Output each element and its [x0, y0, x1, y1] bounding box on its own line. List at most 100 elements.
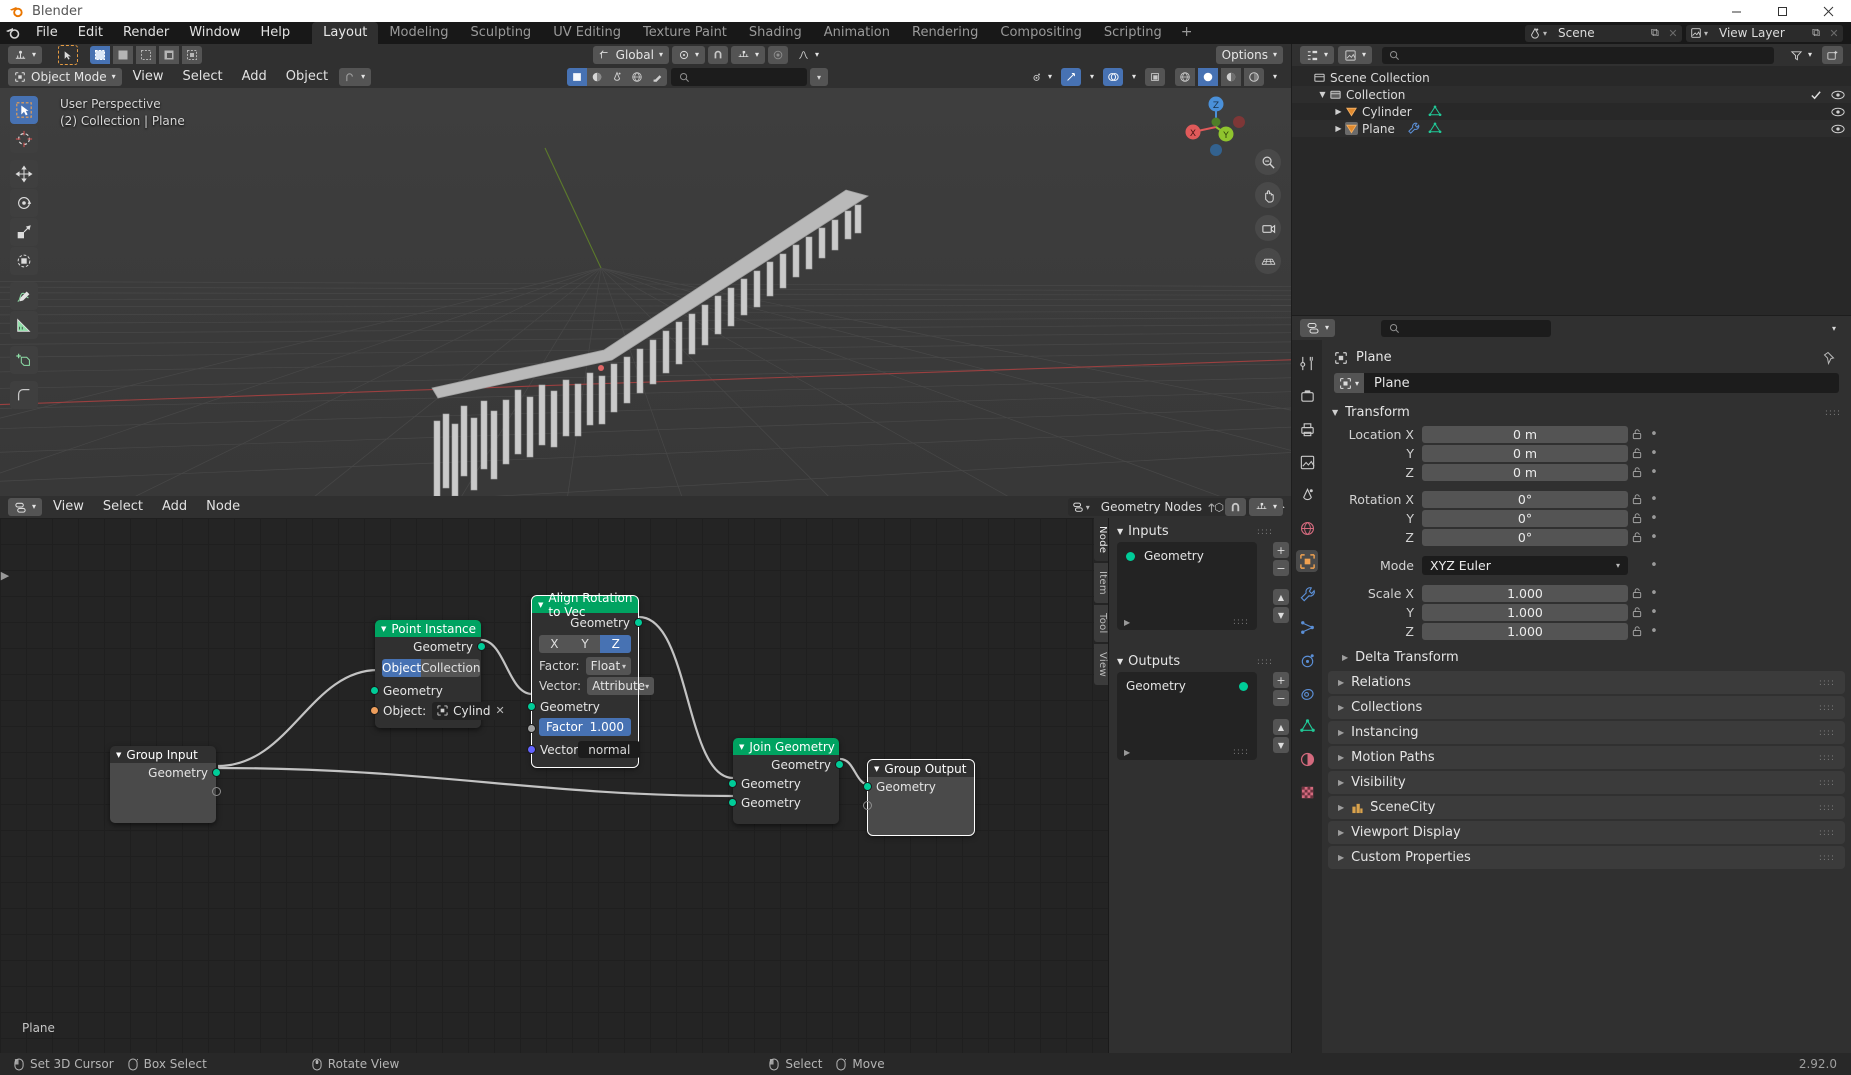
instance-type-toggle[interactable]: Object Collection	[382, 659, 481, 677]
outliner-search-input[interactable]	[1382, 46, 1774, 64]
close-button[interactable]	[1805, 0, 1851, 22]
lock-icon[interactable]	[1628, 512, 1646, 524]
properties-tab-object[interactable]	[1296, 550, 1318, 572]
tweak-select-tool-icon[interactable]	[10, 96, 38, 124]
node-input-row-object[interactable]: Object: Cylind ✕	[370, 700, 510, 721]
transform-row-location-x[interactable]: Location X 0 m •	[1322, 425, 1851, 443]
overlays-toggle-button[interactable]	[1102, 68, 1123, 86]
properties-tab-tool[interactable]	[1296, 352, 1318, 374]
visibility-eye-dropdown[interactable]: ▾	[1024, 68, 1058, 86]
cursor-tool-icon[interactable]	[10, 125, 38, 153]
geometry-input-socket[interactable]	[728, 779, 737, 788]
move-output-down-button[interactable]: ▼	[1273, 737, 1289, 753]
virtual-socket[interactable]	[212, 787, 221, 796]
geometry-input-socket[interactable]	[527, 702, 536, 711]
node-output-row[interactable]: Geometry	[733, 755, 844, 774]
animate-dot-icon[interactable]: •	[1646, 558, 1662, 573]
node-editor-toolbar-expand[interactable]: ▶	[0, 562, 10, 588]
transform-panel-header[interactable]: ▼ Transform ::::	[1322, 401, 1851, 424]
outputs-list[interactable]: Geometry ▶ ::::	[1117, 672, 1257, 760]
menu-help[interactable]: Help	[251, 22, 301, 44]
node-input-row-geometry-2[interactable]: Geometry	[728, 793, 839, 812]
lock-icon[interactable]	[1628, 531, 1646, 543]
list-item[interactable]: Geometry	[1117, 672, 1257, 700]
node-input-row-geometry[interactable]: Geometry	[370, 681, 481, 700]
expand-triangle-icon[interactable]: ▶	[1342, 653, 1348, 662]
animate-dot-icon[interactable]: •	[1646, 624, 1662, 639]
node-parent-icon[interactable]	[1201, 498, 1222, 516]
snap-magnet-button[interactable]	[707, 46, 728, 64]
axis-x-button[interactable]: X	[539, 635, 570, 653]
select-subtract-button[interactable]	[136, 46, 157, 64]
select-mode-object-icon[interactable]	[567, 68, 588, 86]
virtual-socket[interactable]	[863, 801, 872, 810]
overlays-dropdown[interactable]: ▾	[1126, 68, 1142, 86]
object-name-field[interactable]: Plane	[1364, 373, 1839, 393]
panel-visibility[interactable]: ▶ Visibility ::::	[1328, 771, 1845, 794]
transform-orientation-dropdown[interactable]: Global ▾	[592, 46, 669, 64]
tab-modeling[interactable]: Modeling	[378, 22, 459, 44]
tab-scripting[interactable]: Scripting	[1093, 22, 1173, 44]
node-align-rotation-to-vector[interactable]: ▼ Align Rotation to Vec Geometry X Y Z F…	[527, 591, 655, 768]
expand-triangle-icon[interactable]: ▶	[1338, 803, 1344, 812]
transform-row-scale-z[interactable]: Z 1.000 •	[1322, 622, 1851, 640]
remove-output-button[interactable]: −	[1273, 690, 1289, 706]
expander[interactable]: ▶	[1332, 124, 1345, 133]
vector-attribute-field[interactable]: normal	[578, 741, 641, 758]
outliner-row-collection[interactable]: ▼ Collection	[1292, 86, 1851, 103]
view-layer-icon[interactable]: ▾	[1685, 24, 1711, 42]
mesh-data-icon[interactable]	[1428, 122, 1442, 135]
panel-instancing[interactable]: ▶ Instancing ::::	[1328, 721, 1845, 744]
node-group-output[interactable]: ▼ Group Output Geometry	[863, 759, 975, 836]
world-icon[interactable]	[627, 68, 648, 86]
node-join-geometry[interactable]: ▼ Join Geometry Geometry Geometry Geomet…	[728, 738, 844, 824]
factor-mode-row[interactable]: Factor: Float ▾	[539, 657, 631, 675]
move-input-up-button[interactable]: ▲	[1273, 589, 1289, 605]
node-input-row-vector[interactable]: Vector normal	[527, 739, 641, 760]
properties-editor-type-selector[interactable]: ▾	[1300, 319, 1336, 337]
field-value[interactable]: 0 m	[1422, 444, 1628, 462]
outliner-row-cylinder[interactable]: ▶ Cylinder	[1292, 103, 1851, 120]
transform-row-rotation-x[interactable]: Rotation X 0° •	[1322, 490, 1851, 508]
axis-z-button[interactable]: Z	[600, 635, 632, 653]
select-extend-button[interactable]	[113, 46, 134, 64]
field-value[interactable]: 0 m	[1422, 425, 1628, 443]
rotation-mode-dropdown[interactable]: XYZ Euler ▾	[1422, 555, 1628, 575]
object-picker-field[interactable]: Cylind ✕	[432, 701, 510, 720]
properties-tab-object-data[interactable]	[1296, 715, 1318, 737]
select-intersect-button[interactable]	[182, 46, 203, 64]
grid-toggle-icon[interactable]	[1255, 248, 1281, 274]
object-input-socket[interactable]	[370, 706, 379, 715]
remove-input-button[interactable]: −	[1273, 560, 1289, 576]
tweak-tool-button[interactable]	[58, 45, 79, 65]
axis-y-button[interactable]: Y	[569, 635, 601, 653]
field-value[interactable]: 0°	[1422, 509, 1628, 527]
geometry-output-socket[interactable]	[477, 642, 486, 651]
properties-tab-output[interactable]	[1296, 418, 1318, 440]
field-value[interactable]: 0°	[1422, 528, 1628, 546]
move-input-down-button[interactable]: ▼	[1273, 607, 1289, 623]
lock-icon[interactable]	[1628, 606, 1646, 618]
panel-motion-paths[interactable]: ▶ Motion Paths ::::	[1328, 746, 1845, 769]
sidebar-tab-item[interactable]: Item	[1094, 563, 1108, 604]
menu-window[interactable]: Window	[179, 22, 250, 44]
sidebar-tab-tool[interactable]: Tool	[1094, 605, 1108, 642]
node-input-row-geometry[interactable]: Geometry	[863, 777, 974, 796]
node-tree-type-icon[interactable]: ▾	[1067, 498, 1093, 516]
node-snap-settings-dropdown[interactable]: ▾	[1248, 498, 1283, 516]
outliner-filter-id-dropdown[interactable]: ▾	[1338, 46, 1373, 64]
outliner-new-collection-button[interactable]	[1822, 46, 1843, 64]
lock-icon[interactable]	[1628, 493, 1646, 505]
checkbox-icon[interactable]	[1810, 89, 1822, 101]
add-output-button[interactable]: +	[1273, 672, 1289, 688]
collapse-triangle-icon[interactable]: ▼	[381, 625, 386, 633]
properties-tab-world[interactable]	[1296, 517, 1318, 539]
camera-icon[interactable]	[1255, 215, 1281, 241]
vector-mode-row[interactable]: Vector: Attribute ▾	[539, 677, 655, 695]
object-clear-icon[interactable]: ✕	[496, 704, 505, 717]
expand-triangle-icon[interactable]: ▶	[1338, 678, 1344, 687]
transform-row-scale-y[interactable]: Y 1.000 •	[1322, 603, 1851, 621]
inputs-list[interactable]: Geometry ▶ ::::	[1117, 542, 1257, 630]
node-header[interactable]: ▼ Point Instance	[375, 620, 481, 637]
object-mode-extra-dropdown[interactable]: ▾	[339, 68, 372, 86]
